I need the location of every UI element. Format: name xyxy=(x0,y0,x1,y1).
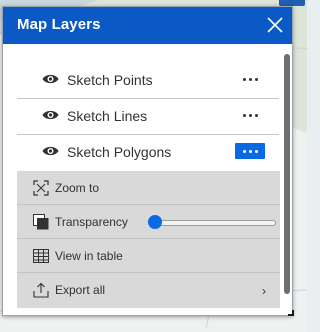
scrollbar[interactable] xyxy=(284,54,290,294)
view-in-table-label: View in table xyxy=(55,249,123,263)
close-icon xyxy=(267,17,283,33)
export-icon xyxy=(33,282,49,298)
eye-icon[interactable] xyxy=(42,73,59,85)
more-options-dot xyxy=(254,149,258,153)
more-options-dot xyxy=(254,113,258,117)
more-options-icon xyxy=(242,113,246,117)
table-icon xyxy=(33,249,49,263)
chevron-right-icon: › xyxy=(262,284,266,298)
zoom-to-action[interactable]: Zoom to xyxy=(17,171,280,205)
more-options-dot xyxy=(248,113,252,117)
more-options-button-active[interactable] xyxy=(235,143,265,159)
more-options-icon xyxy=(242,77,246,81)
transparency-label: Transparency xyxy=(55,215,128,229)
zoom-to-icon xyxy=(33,180,49,196)
export-all-action[interactable]: Export all › xyxy=(17,273,280,307)
panel-header: Map Layers xyxy=(3,7,292,44)
layer-list: Sketch Points Sketch Lines Sketch Polygo… xyxy=(17,63,279,171)
eye-icon[interactable] xyxy=(42,109,59,121)
map-layers-panel: Map Layers Sketch Points Sketch Lines Sk… xyxy=(2,6,294,316)
layer-actions-menu: Zoom to Transparency View in table Expor… xyxy=(17,171,280,308)
panel-title: Map Layers xyxy=(17,16,101,33)
transparency-slider-thumb[interactable] xyxy=(148,215,162,229)
layer-label: Sketch Points xyxy=(67,72,153,88)
eye-icon[interactable] xyxy=(42,145,59,157)
close-button[interactable] xyxy=(264,14,286,36)
resize-handle[interactable] xyxy=(288,310,294,316)
transparency-icon xyxy=(33,214,49,230)
layer-item-sketch-polygons[interactable]: Sketch Polygons xyxy=(17,135,279,171)
transparency-slider-track[interactable] xyxy=(155,220,276,226)
more-options-button[interactable] xyxy=(235,107,265,123)
more-options-dot xyxy=(248,77,252,81)
panel-content: Sketch Points Sketch Lines Sketch Polygo… xyxy=(3,44,292,315)
layer-label: Sketch Lines xyxy=(67,108,148,124)
layer-item-sketch-lines[interactable]: Sketch Lines xyxy=(17,99,279,135)
layer-item-sketch-points[interactable]: Sketch Points xyxy=(17,63,279,99)
more-options-icon xyxy=(242,149,246,153)
more-options-dot xyxy=(254,77,258,81)
more-options-dot xyxy=(248,149,252,153)
zoom-to-label: Zoom to xyxy=(55,181,100,195)
view-in-table-action[interactable]: View in table xyxy=(17,239,280,273)
more-options-button[interactable] xyxy=(235,71,265,87)
layer-label: Sketch Polygons xyxy=(67,144,172,160)
transparency-action[interactable]: Transparency xyxy=(17,205,280,239)
export-all-label: Export all xyxy=(55,283,106,297)
